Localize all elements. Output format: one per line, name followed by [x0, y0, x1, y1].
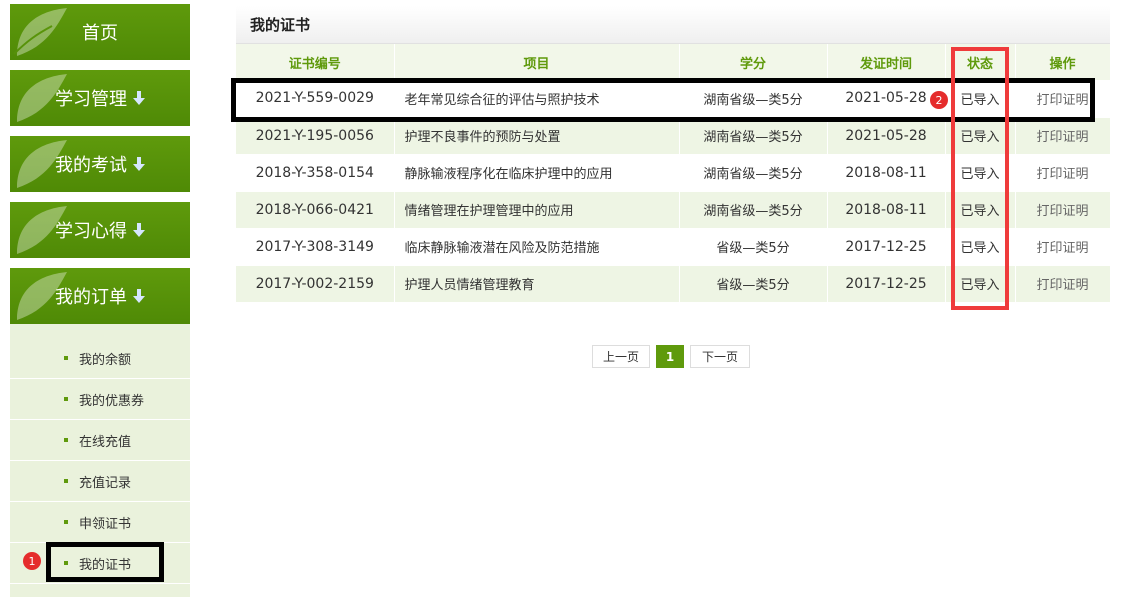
- submenu-apply-certificate[interactable]: 申领证书: [10, 502, 190, 543]
- cert-credit: 省级—类5分: [679, 228, 828, 266]
- cert-date: 2018-08-11: [827, 154, 946, 192]
- col-header-action: 操作: [1015, 44, 1111, 80]
- cert-id: 2018-Y-358-0154: [236, 154, 395, 192]
- table-row: 2018-Y-358-0154 静脉输液程序化在临床护理中的应用 湖南省级—类5…: [236, 154, 1111, 192]
- table-row: 2021-Y-559-0029 老年常见综合征的评估与照护技术 湖南省级—类5分…: [236, 80, 1111, 118]
- print-certificate-link[interactable]: 打印证明: [1015, 191, 1111, 229]
- submenu-label: 充值记录: [79, 475, 132, 491]
- page-title: 我的证书: [236, 6, 1110, 44]
- submenu-label: 我的余额: [79, 352, 132, 368]
- submenu-label: 我的优惠券: [79, 393, 145, 409]
- submenu-online-recharge[interactable]: 在线充值: [10, 420, 190, 461]
- bullet-icon: [64, 438, 68, 442]
- print-certificate-link[interactable]: 打印证明: [1015, 80, 1111, 118]
- print-certificate-link[interactable]: 打印证明: [1015, 117, 1111, 155]
- cert-project: 临床静脉输液潜在风险及防范措施: [394, 228, 680, 266]
- arrow-down-icon: [133, 157, 145, 171]
- next-page-button[interactable]: 下一页: [690, 345, 750, 368]
- col-header-id: 证书编号: [236, 44, 395, 80]
- cert-project: 护理人员情绪管理教育: [394, 265, 680, 303]
- cert-date: 2017-12-25: [827, 265, 946, 303]
- cert-status: 已导入: [945, 228, 1016, 266]
- table-header-row: 证书编号 项目 学分 发证时间 状态 操作: [236, 44, 1111, 80]
- print-certificate-link[interactable]: 打印证明: [1015, 154, 1111, 192]
- col-header-credit: 学分: [679, 44, 828, 80]
- cert-status: 已导入: [945, 117, 1016, 155]
- step-badge-1: 1: [23, 552, 41, 570]
- nav-my-orders-label: 我的订单: [55, 287, 127, 308]
- table-row: 2017-Y-308-3149 临床静脉输液潜在风险及防范措施 省级—类5分 2…: [236, 228, 1111, 266]
- cert-project: 护理不良事件的预防与处置: [394, 117, 680, 155]
- cert-project: 静脉输液程序化在临床护理中的应用: [394, 154, 680, 192]
- submenu-my-balance[interactable]: 我的余额: [10, 338, 190, 379]
- cert-id: 2017-Y-308-3149: [236, 228, 395, 266]
- bullet-icon: [64, 397, 68, 401]
- cert-id: 2021-Y-195-0056: [236, 117, 395, 155]
- submenu-recharge-records[interactable]: 充值记录: [10, 461, 190, 502]
- certificates-table: 证书编号 项目 学分 发证时间 状态 操作 2021-Y-559-0029 老年…: [236, 44, 1111, 303]
- cert-credit: 湖南省级—类5分: [679, 191, 828, 229]
- cert-id: 2021-Y-559-0029: [236, 80, 395, 118]
- arrow-down-icon: [133, 91, 145, 105]
- submenu-my-coupons[interactable]: 我的优惠券: [10, 379, 190, 420]
- highlight-box-my-certificates: [46, 542, 164, 582]
- nav-study-management[interactable]: 学习管理: [10, 70, 190, 126]
- table-row: 2018-Y-066-0421 情绪管理在护理管理中的应用 湖南省级—类5分 2…: [236, 191, 1111, 229]
- cert-credit: 湖南省级—类5分: [679, 117, 828, 155]
- step-badge-2: 2: [930, 91, 948, 109]
- bullet-icon: [64, 356, 68, 360]
- cert-date: 2021-05-28: [827, 80, 946, 118]
- cert-credit: 湖南省级—类5分: [679, 80, 828, 118]
- print-certificate-link[interactable]: 打印证明: [1015, 228, 1111, 266]
- cert-project: 老年常见综合征的评估与照护技术: [394, 80, 680, 118]
- arrow-down-icon: [133, 289, 145, 303]
- cert-date: 2021-05-28: [827, 117, 946, 155]
- cert-project: 情绪管理在护理管理中的应用: [394, 191, 680, 229]
- cert-id: 2017-Y-002-2159: [236, 265, 395, 303]
- leaf-decoration-icon: [13, 8, 67, 56]
- cert-id: 2018-Y-066-0421: [236, 191, 395, 229]
- col-header-status: 状态: [945, 44, 1016, 80]
- submenu-label: 申领证书: [79, 516, 132, 532]
- cert-status: 已导入: [945, 80, 1016, 118]
- cert-status: 已导入: [945, 154, 1016, 192]
- cert-status: 已导入: [945, 191, 1016, 229]
- nav-my-orders[interactable]: 我的订单: [10, 268, 190, 324]
- pagination: 上一页 1 下一页: [592, 345, 750, 368]
- nav-study-notes[interactable]: 学习心得: [10, 202, 190, 258]
- prev-page-button[interactable]: 上一页: [592, 345, 650, 368]
- cert-date: 2018-08-11: [827, 191, 946, 229]
- nav-study-notes-label: 学习心得: [55, 221, 127, 242]
- sidebar: 首页 学习管理 我的考试 学习心得 我的订单 我的余额 我的优惠券 在线充值 充…: [10, 4, 190, 597]
- nav-home[interactable]: 首页: [10, 4, 190, 60]
- submenu-label: 在线充值: [79, 434, 132, 450]
- col-header-date: 发证时间: [827, 44, 946, 80]
- cert-status: 已导入: [945, 265, 1016, 303]
- cert-credit: 湖南省级—类5分: [679, 154, 828, 192]
- col-header-project: 项目: [394, 44, 680, 80]
- nav-my-exams[interactable]: 我的考试: [10, 136, 190, 192]
- table-row: 2021-Y-195-0056 护理不良事件的预防与处置 湖南省级—类5分 20…: [236, 117, 1111, 155]
- nav-home-label: 首页: [82, 23, 118, 44]
- current-page-button[interactable]: 1: [656, 345, 684, 368]
- table-row: 2017-Y-002-2159 护理人员情绪管理教育 省级—类5分 2017-1…: [236, 265, 1111, 303]
- main-panel: 我的证书 证书编号 项目 学分 发证时间 状态 操作 2021-Y-559-00…: [236, 6, 1111, 303]
- arrow-down-icon: [133, 223, 145, 237]
- cert-credit: 省级—类5分: [679, 265, 828, 303]
- nav-study-management-label: 学习管理: [55, 89, 127, 110]
- print-certificate-link[interactable]: 打印证明: [1015, 265, 1111, 303]
- nav-my-exams-label: 我的考试: [55, 155, 127, 176]
- bullet-icon: [64, 520, 68, 524]
- bullet-icon: [64, 479, 68, 483]
- cert-date: 2017-12-25: [827, 228, 946, 266]
